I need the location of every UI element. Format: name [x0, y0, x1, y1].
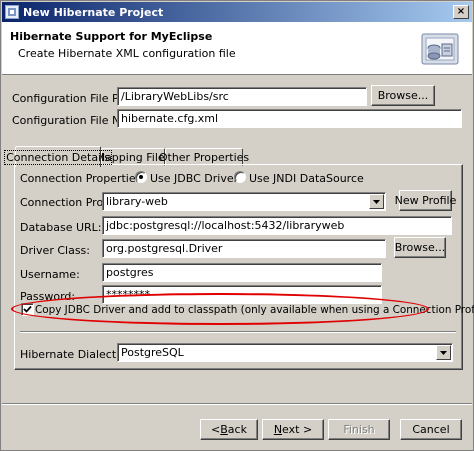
- copy-jdbc-driver-label[interactable]: Copy JDBC Driver and add to classpath (o…: [35, 304, 474, 316]
- panel-divider: [20, 331, 456, 333]
- hibernate-config-wizard-icon: [421, 33, 459, 65]
- wizard-window: New Hibernate Project × Hibernate Suppor…: [0, 0, 474, 451]
- back-mnemonic: B: [220, 423, 228, 436]
- tab-label: Other Properties: [158, 150, 250, 164]
- config-file-name-input[interactable]: hibernate.cfg.xml: [117, 109, 462, 128]
- title-bar[interactable]: New Hibernate Project ×: [2, 2, 472, 22]
- tab-label: Connection Details: [4, 149, 112, 165]
- footer-divider: [2, 403, 472, 405]
- wizard-header: Hibernate Support for MyEclipse Create H…: [2, 22, 472, 75]
- tab-connection-details[interactable]: Connection Details: [4, 146, 112, 167]
- database-url-label: Database URL:: [20, 221, 102, 234]
- checkmark-icon: [23, 305, 32, 313]
- back-button[interactable]: < Back: [200, 419, 258, 440]
- password-label: Password:: [20, 290, 76, 303]
- connection-profile-value: library-web: [106, 195, 168, 208]
- page-title: Hibernate Support for MyEclipse: [10, 30, 213, 43]
- next-suffix: ext >: [282, 423, 313, 436]
- hibernate-dialect-label: Hibernate Dialect:: [20, 348, 120, 361]
- use-jdbc-label[interactable]: Use JDBC Driver: [150, 172, 238, 185]
- database-url-input[interactable]: jdbc:postgresql://localhost:5432/library…: [102, 216, 452, 235]
- driver-browse-button[interactable]: Browse...: [394, 237, 446, 258]
- chevron-down-icon[interactable]: [369, 194, 384, 209]
- window-title: New Hibernate Project: [23, 5, 164, 19]
- finish-button[interactable]: Finish: [328, 419, 390, 440]
- new-profile-button[interactable]: New Profile: [395, 190, 456, 211]
- use-jdbc-radio[interactable]: [135, 171, 147, 183]
- chevron-down-icon[interactable]: [436, 345, 451, 360]
- connection-profile-select[interactable]: library-web: [102, 192, 386, 211]
- close-button[interactable]: ×: [453, 5, 469, 19]
- use-jndi-radio[interactable]: [234, 171, 246, 183]
- use-jndi-label[interactable]: Use JNDI DataSource: [249, 172, 364, 185]
- hibernate-dialect-select[interactable]: PostgreSQL: [117, 343, 453, 362]
- username-input[interactable]: postgres: [102, 263, 382, 282]
- driver-class-input[interactable]: org.postgresql.Driver: [102, 239, 386, 258]
- copy-jdbc-driver-checkbox[interactable]: [21, 303, 34, 316]
- hibernate-app-icon: [5, 5, 19, 19]
- page-subtitle: Create Hibernate XML configuration file: [18, 47, 236, 60]
- username-label: Username:: [20, 268, 80, 281]
- driver-class-label: Driver Class:: [20, 244, 90, 257]
- next-button[interactable]: Next >: [262, 419, 324, 440]
- hibernate-dialect-value: PostgreSQL: [121, 346, 184, 359]
- config-file-path-input[interactable]: /LibraryWebLibs/src: [117, 87, 367, 106]
- password-input[interactable]: ********: [102, 285, 382, 304]
- next-mnemonic: N: [273, 423, 283, 436]
- cancel-button[interactable]: Cancel: [400, 419, 462, 440]
- close-icon: ×: [456, 6, 466, 17]
- config-path-browse-button[interactable]: Browse...: [371, 85, 435, 106]
- back-prefix: <: [211, 423, 221, 436]
- back-suffix: ack: [227, 423, 247, 436]
- connection-properties-label: Connection Properties:: [20, 172, 146, 185]
